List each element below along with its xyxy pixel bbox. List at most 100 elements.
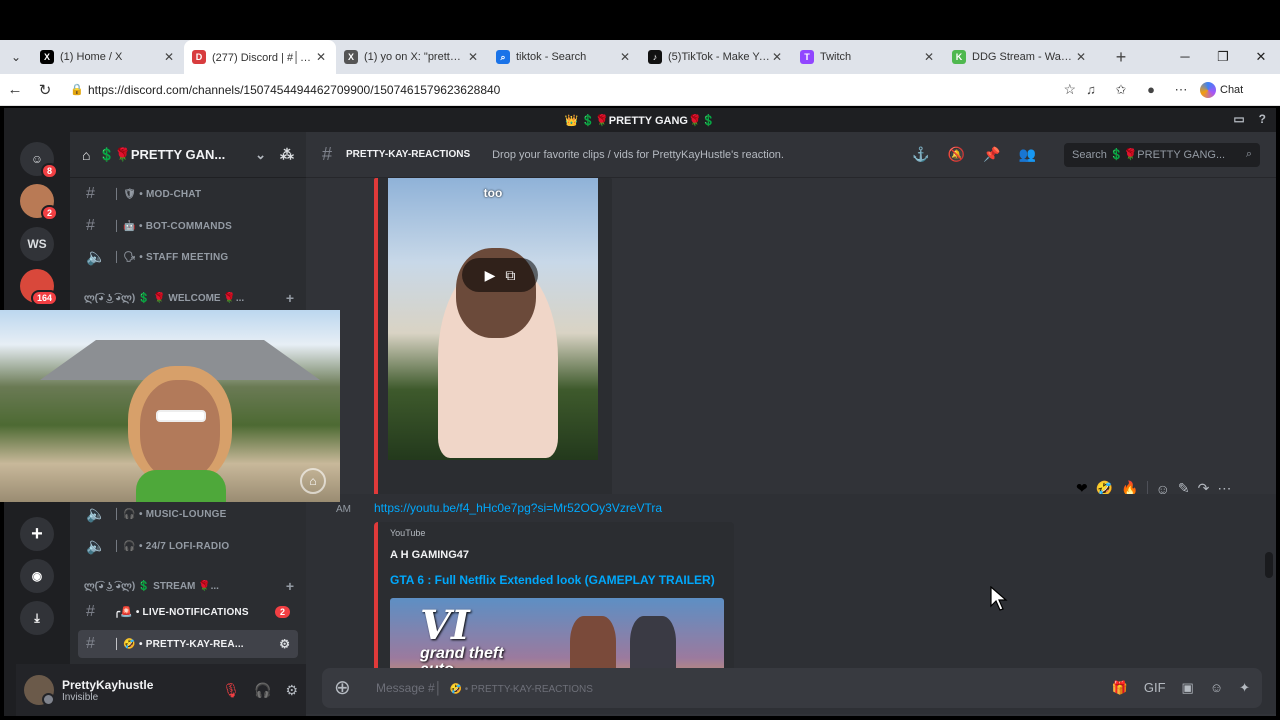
open-external-icon[interactable]: ⧉ — [505, 267, 515, 284]
text-channel-icon: # — [86, 635, 95, 652]
notifications-muted-icon[interactable]: 🔕 — [948, 146, 965, 163]
channel-staff-meeting[interactable]: 🔈 │ 🗣 • STAFF MEETING — [78, 243, 298, 271]
headphones-icon[interactable]: 🎧 — [254, 682, 271, 699]
browser-tab-tiktok[interactable]: ♪ (5)TikTok - Make Your D ✕ — [640, 40, 792, 74]
close-tab-icon[interactable]: ✕ — [922, 50, 936, 64]
video-caption: too — [483, 186, 503, 200]
media-icon[interactable]: ♫ — [1076, 82, 1106, 97]
add-server-icon[interactable]: + — [20, 517, 54, 551]
browser-tab-discord[interactable]: D (277) Discord | #│🤣•PI ✕ — [184, 40, 336, 74]
message-input[interactable]: Message #│ 🤣 • PRETTY-KAY-REACTIONS — [376, 681, 593, 695]
server-header[interactable]: ⌂ 💲🌹PRETTY GAN... ⌄ ⁂ — [70, 132, 306, 178]
browser-tab-bar: ⌄ X (1) Home / X ✕ D (277) Discord | #│🤣… — [0, 40, 1280, 74]
picture-in-picture-icon[interactable]: ⌂ — [300, 468, 326, 494]
browser-tab-tiktok-search[interactable]: ⌕ tiktok - Search ✕ — [488, 40, 640, 74]
pinned-messages-icon[interactable]: 📌 — [983, 146, 1000, 163]
copilot-icon — [1200, 81, 1216, 98]
gta-vi-logo: VI grand theft auto — [420, 606, 510, 678]
embed-author[interactable]: A H GAMING47 — [390, 549, 469, 561]
apps-icon[interactable]: ✦ — [1239, 680, 1250, 696]
server-icon[interactable]: 2 — [20, 184, 58, 221]
browser-tab-x-home[interactable]: X (1) Home / X ✕ — [32, 40, 184, 74]
url-field[interactable]: 🔒 https://discord.com/channels/150745449… — [66, 77, 1076, 102]
inbox-icon[interactable]: ▭ — [1233, 112, 1244, 126]
text-channel-icon: # — [86, 603, 95, 620]
search-favicon-icon: ⌕ — [496, 50, 510, 64]
channel-topic[interactable]: Drop your favorite clips / vids for Pret… — [492, 149, 784, 161]
tab-list-dropdown-icon[interactable]: ⌄ — [0, 40, 32, 74]
new-tab-icon[interactable]: + — [1104, 47, 1138, 68]
user-settings-icon[interactable]: ⚙ — [285, 682, 298, 699]
channel-live-notifications[interactable]: # ╭🚨 • LIVE-NOTIFICATIONS 2 — [78, 598, 298, 626]
webcam-sunglasses — [156, 410, 206, 422]
user-status: Invisible — [62, 691, 99, 703]
download-icon[interactable]: ⤓ — [20, 601, 54, 635]
invite-icon[interactable]: ⁂ — [280, 146, 294, 163]
category-stream[interactable]: ლ(͡◕ ͜ʖ ͡◕ლ) 💲 STREAM 🌹... + — [84, 578, 294, 594]
close-tab-icon[interactable]: ✕ — [770, 50, 784, 64]
browser-tab-x-post[interactable]: X (1) yo on X: "prettykayh ✕ — [336, 40, 488, 74]
video-thumbnail[interactable]: too ▶ ⧉ — [388, 178, 598, 460]
add-channel-icon[interactable]: + — [286, 290, 294, 306]
channel-pretty-kay-reactions[interactable]: # │ 🤣 • PRETTY-KAY-REA... ⚙ — [78, 630, 298, 658]
embed-provider: YouTube — [390, 528, 426, 538]
discord-favicon-icon: D — [192, 50, 206, 64]
category-welcome[interactable]: ლ(͡◕ ͜ʖ ͡◕ლ) 💲 🌹 WELCOME 🌹... + — [84, 290, 294, 306]
chat-scrollbar[interactable] — [1265, 552, 1273, 578]
close-tab-icon[interactable]: ✕ — [162, 50, 176, 64]
close-tab-icon[interactable]: ✕ — [466, 50, 480, 64]
more-menu-icon[interactable]: ⋯ — [1166, 82, 1196, 98]
voice-channel-icon: 🔈 — [86, 249, 106, 266]
refresh-icon[interactable]: ↻ — [30, 81, 60, 99]
back-icon[interactable]: ← — [0, 81, 30, 98]
help-icon[interactable]: ? — [1259, 112, 1266, 126]
chat-label: Chat — [1220, 83, 1244, 96]
message-link[interactable]: https://youtu.be/f4_hHc0e7pg?si=Mr52OOy3… — [374, 501, 662, 515]
channel-mod-chat[interactable]: # │ 🛡 • MOD-CHAT — [78, 180, 298, 208]
avatar[interactable] — [24, 675, 55, 706]
close-tab-icon[interactable]: ✕ — [1074, 50, 1088, 64]
close-window-icon[interactable]: ✕ — [1242, 40, 1280, 74]
profile-icon[interactable]: ● — [1136, 82, 1166, 97]
sticker-icon[interactable]: ▣ — [1182, 680, 1194, 696]
gift-icon[interactable]: 🎁 — [1112, 680, 1128, 696]
site-info-icon[interactable]: 🔒 — [66, 83, 88, 96]
threads-icon[interactable]: ⚓ — [912, 146, 929, 163]
maximize-icon[interactable]: ❐ — [1204, 40, 1242, 74]
channel-lofi-radio[interactable]: 🔈 │ 🎧 • 24/7 LOFI-RADIO — [78, 532, 298, 560]
copilot-chat-button[interactable]: Chat — [1200, 81, 1244, 98]
favorites-icon[interactable]: ✩ — [1106, 82, 1136, 98]
emoji-icon[interactable]: ☺ — [1210, 680, 1223, 696]
add-attachment-icon[interactable]: ⊕ — [334, 678, 354, 698]
channel-bot-commands[interactable]: # │ 🤖 • BOT-COMMANDS — [78, 212, 298, 240]
video-play-controls[interactable]: ▶ ⧉ — [462, 258, 538, 292]
close-tab-icon[interactable]: ✕ — [618, 50, 632, 64]
category-label: ლ(͡◕ ͜ʖ ͡◕ლ) 💲 STREAM 🌹... — [84, 580, 219, 592]
webcam-person-face — [140, 380, 220, 480]
favorite-star-icon[interactable]: ☆ — [1063, 81, 1076, 98]
browser-tab-ddg-stream[interactable]: K DDG Stream - Watch Li ✕ — [944, 40, 1096, 74]
minimize-icon[interactable]: ─ — [1166, 40, 1204, 74]
voice-channel-icon: 🔈 — [86, 506, 106, 523]
close-tab-icon[interactable]: ✕ — [314, 50, 328, 64]
dm-home-icon[interactable]: ☺ 8 — [20, 142, 58, 179]
mouse-cursor-icon — [990, 586, 1008, 611]
member-list-icon[interactable]: 👥 — [1019, 146, 1036, 163]
microphone-muted-icon[interactable]: 🎙 — [222, 682, 240, 699]
message-composer[interactable]: ⊕ Message #│ 🤣 • PRETTY-KAY-REACTIONS 🎁 … — [322, 668, 1262, 708]
add-channel-icon[interactable]: + — [286, 578, 294, 594]
gif-icon[interactable]: GIF — [1144, 680, 1166, 696]
server-ws-icon[interactable]: WS — [20, 227, 54, 261]
settings-icon[interactable]: ⚙ — [279, 637, 290, 651]
discover-icon[interactable]: ◉ — [20, 559, 54, 593]
tab-title: DDG Stream - Watch Li — [972, 51, 1074, 63]
server-badge: 2 — [40, 205, 58, 221]
chat-area: # PRETTY-KAY-REACTIONS Drop your favorit… — [306, 132, 1276, 716]
url-text: https://discord.com/channels/15074544944… — [88, 82, 501, 97]
embed-title[interactable]: GTA 6 : Full Netflix Extended look (GAME… — [390, 573, 715, 587]
browser-tab-twitch[interactable]: T Twitch ✕ — [792, 40, 944, 74]
server-icon[interactable]: 164 — [20, 269, 58, 306]
search-input[interactable]: Search 💲🌹PRETTY GANG... ⌕ — [1064, 142, 1260, 167]
channel-music-lounge[interactable]: 🔈 │ 🎧 • MUSIC-LOUNGE — [78, 500, 298, 528]
play-icon[interactable]: ▶ — [485, 267, 496, 284]
